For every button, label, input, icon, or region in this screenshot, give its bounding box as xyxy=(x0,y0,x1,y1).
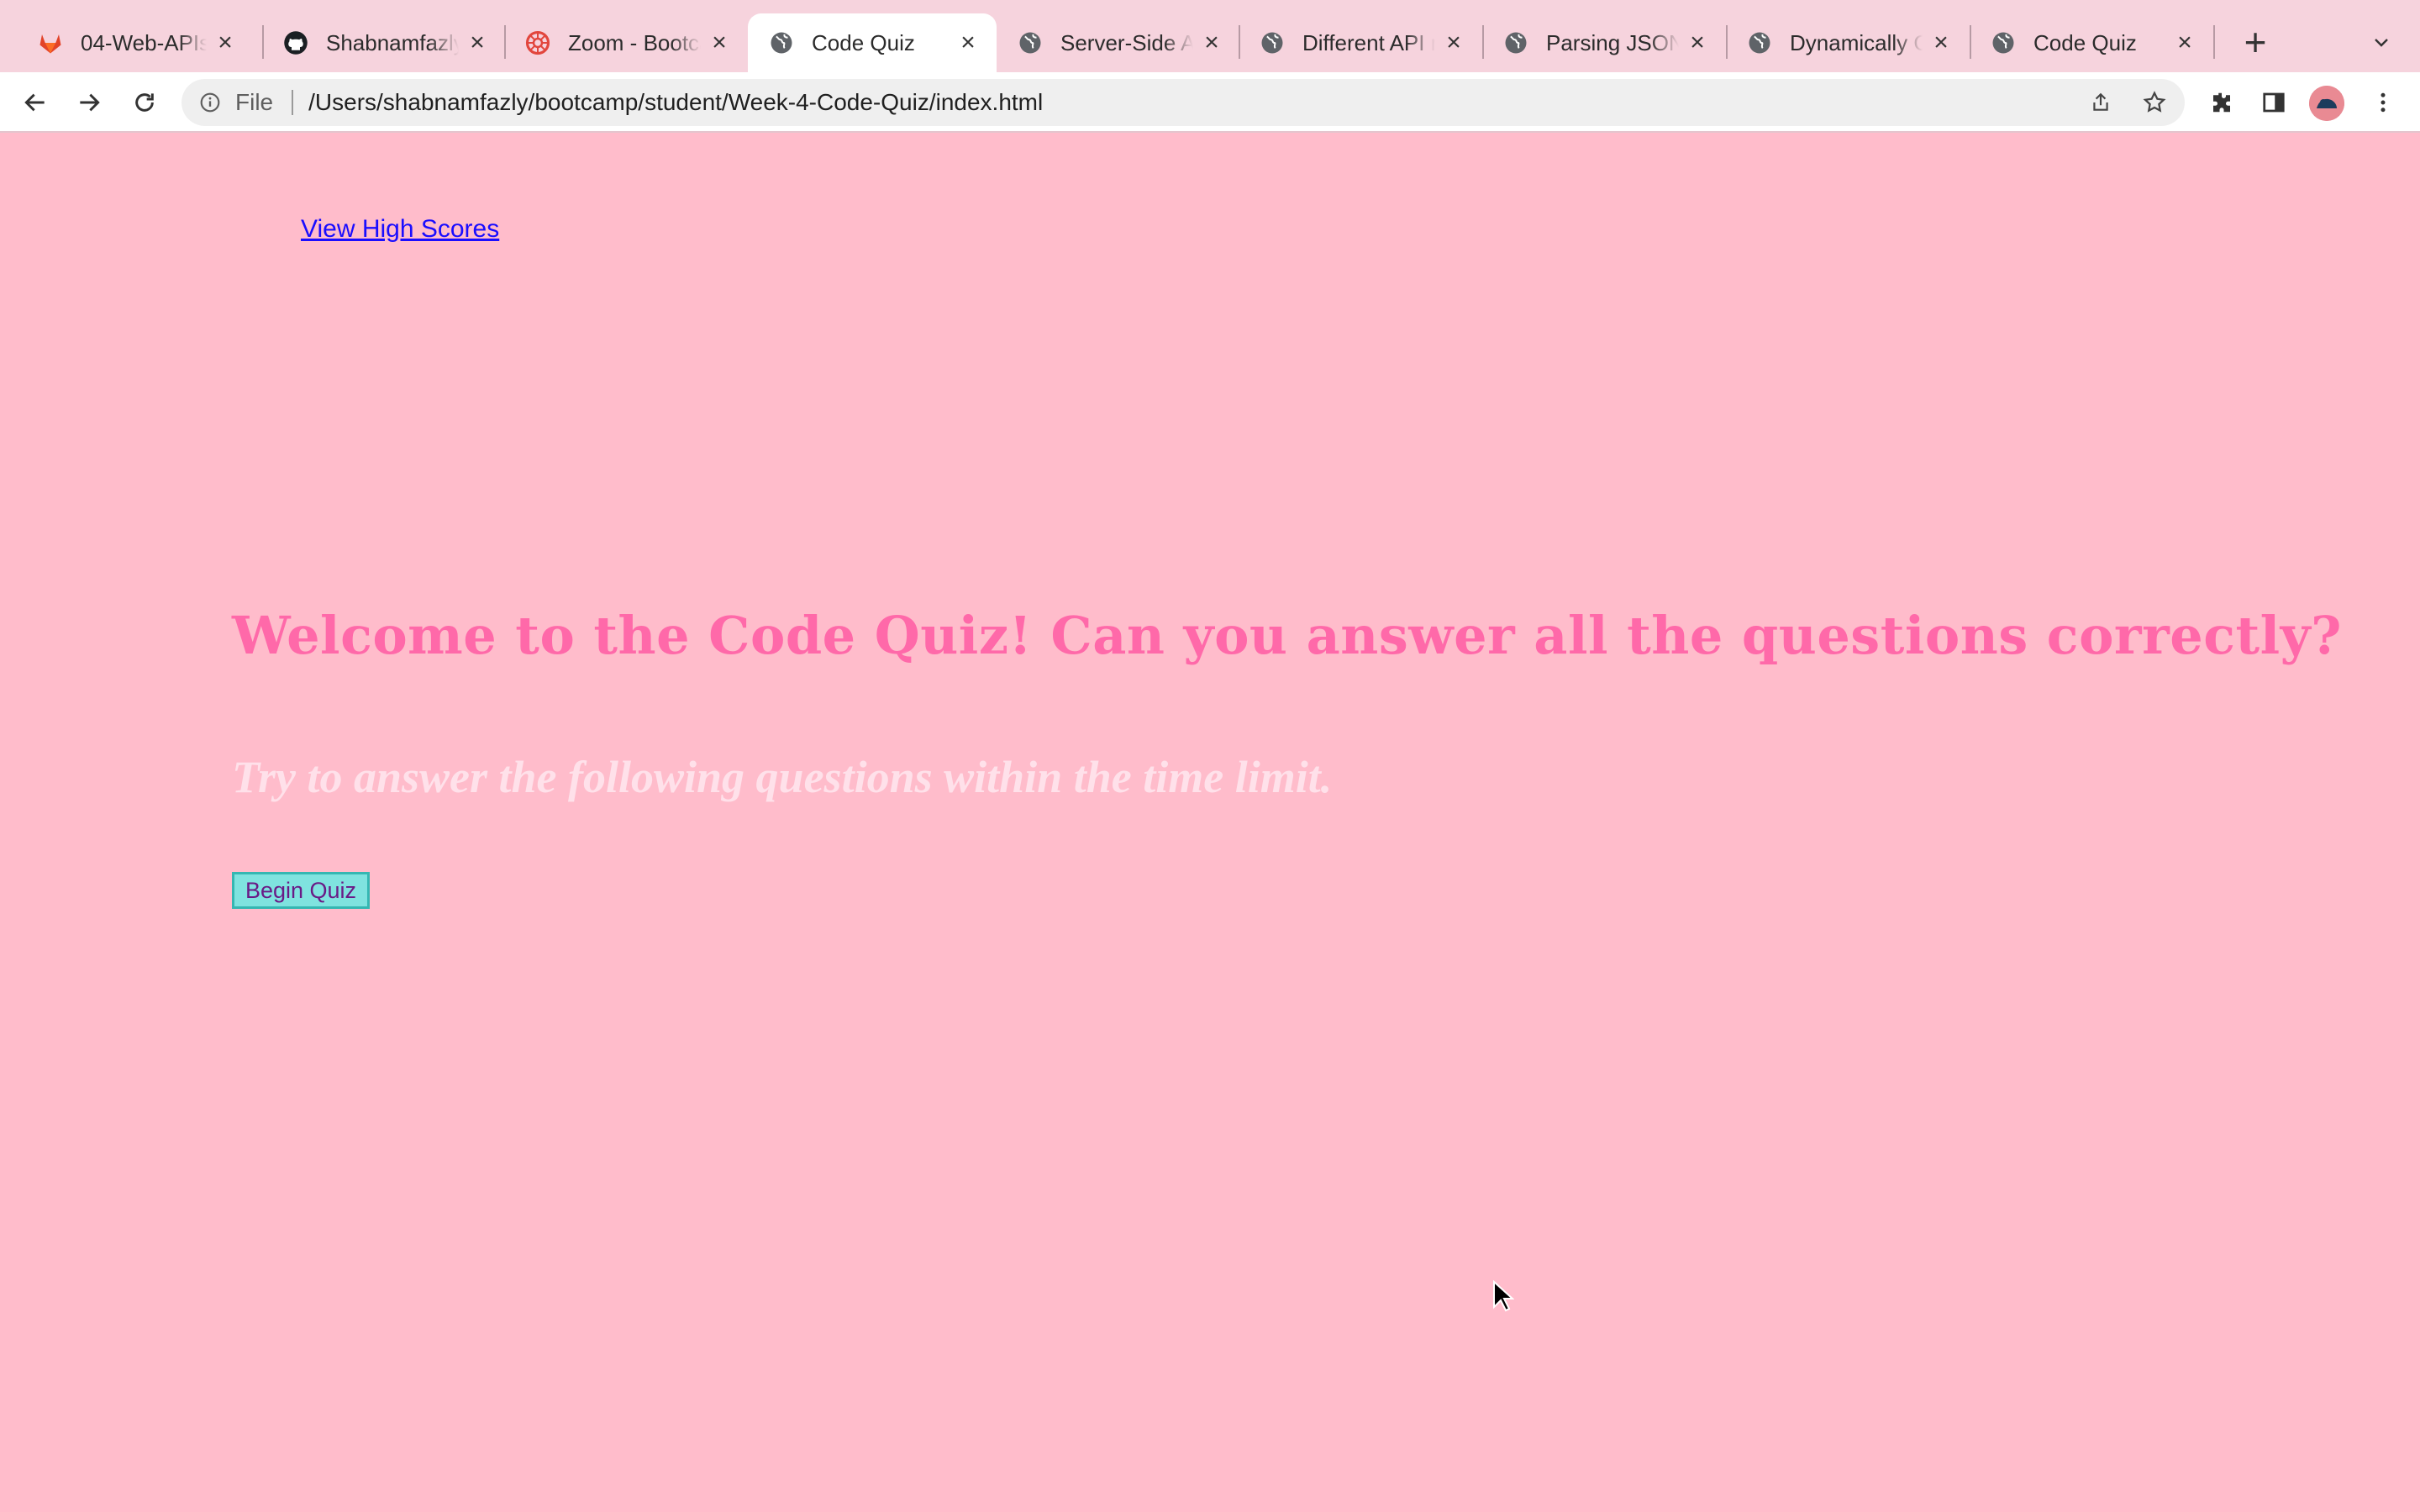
tab-code-quiz-active[interactable]: Code Quiz × xyxy=(748,13,997,72)
tab-title: Code Quiz xyxy=(812,29,915,55)
begin-quiz-button[interactable]: Begin Quiz xyxy=(232,872,370,909)
bookmark-star-icon[interactable] xyxy=(2134,82,2175,123)
close-icon[interactable]: × xyxy=(1442,29,1465,56)
share-icon[interactable] xyxy=(2081,82,2121,123)
tab-title: Dynamically Generate xyxy=(1790,29,1923,55)
tab-title: 04-Web-APIs/ xyxy=(81,29,207,55)
address-actions xyxy=(2067,82,2175,123)
side-panel-icon[interactable] xyxy=(2252,81,2296,124)
tab-parsing-json[interactable]: Parsing JSON × xyxy=(1482,13,1726,72)
close-icon[interactable]: × xyxy=(466,29,489,56)
globe-icon xyxy=(1017,29,1044,56)
tab-title: Shabnamfazly/ xyxy=(326,29,459,55)
tab-divider xyxy=(2213,25,2215,59)
view-high-scores-link[interactable]: View High Scores xyxy=(301,215,499,244)
back-arrow-icon[interactable] xyxy=(13,81,57,124)
zoom-bootcamp-icon xyxy=(524,29,551,56)
close-icon[interactable]: × xyxy=(956,29,980,56)
forward-arrow-icon[interactable] xyxy=(67,81,111,124)
welcome-heading: Welcome to the Code Quiz! Can you answer… xyxy=(232,605,2342,666)
kebab-menu-icon[interactable] xyxy=(2361,81,2405,124)
profile-avatar[interactable] xyxy=(2309,86,2344,121)
close-icon[interactable]: × xyxy=(708,29,731,56)
github-icon xyxy=(282,29,309,56)
globe-icon xyxy=(1990,29,2017,56)
new-tab-button[interactable]: + xyxy=(2232,18,2279,66)
tab-dynamically-generate[interactable]: Dynamically Generate × xyxy=(1726,13,1970,72)
mouse-cursor-icon xyxy=(1492,1279,1515,1312)
tab-server-side-apis[interactable]: Server-Side APIs × xyxy=(997,13,1240,72)
tab-gitlab[interactable]: 04-Web-APIs/ × xyxy=(17,13,254,72)
info-icon[interactable] xyxy=(197,89,224,116)
globe-icon xyxy=(768,29,795,56)
tab-different-api-methods[interactable]: Different API methods × xyxy=(1239,13,1482,72)
tab-github[interactable]: Shabnamfazly/ × xyxy=(262,13,506,72)
instructions-subheading: Try to answer the following questions wi… xyxy=(232,752,1333,802)
close-icon[interactable]: × xyxy=(1686,29,1709,56)
tab-title: Code Quiz xyxy=(2033,29,2137,55)
tab-code-quiz[interactable]: Code Quiz × xyxy=(1970,13,2213,72)
tab-title: Parsing JSON xyxy=(1546,29,1679,55)
page-content: View High Scores Welcome to the Code Qui… xyxy=(0,133,2420,1512)
close-icon[interactable]: × xyxy=(2173,29,2196,56)
globe-icon xyxy=(1746,29,1773,56)
tab-title: Server-Side APIs xyxy=(1060,29,1193,55)
tab-title: Zoom - Bootcamp xyxy=(568,29,701,55)
globe-icon xyxy=(1502,29,1529,56)
browser-toolbar: File /Users/shabnamfazly/bootcamp/studen… xyxy=(0,72,2420,133)
address-divider xyxy=(292,90,294,115)
tab-title: Different API methods xyxy=(1302,29,1435,55)
gitlab-icon xyxy=(37,29,64,56)
close-icon[interactable]: × xyxy=(1200,29,1223,56)
tab-strip: 04-Web-APIs/ × Shabnamfazly/ × Zoom - Bo… xyxy=(0,0,2420,72)
address-bar[interactable]: File /Users/shabnamfazly/bootcamp/studen… xyxy=(182,79,2185,126)
tab-zoom[interactable]: Zoom - Bootcamp × xyxy=(504,13,748,72)
extensions-puzzle-icon[interactable] xyxy=(2200,81,2244,124)
globe-icon xyxy=(1259,29,1286,56)
scheme-label: File xyxy=(235,89,274,115)
tab-search-chevron-icon[interactable] xyxy=(2361,22,2402,62)
close-icon[interactable]: × xyxy=(1929,29,1953,56)
close-icon[interactable]: × xyxy=(213,29,237,56)
reload-icon[interactable] xyxy=(123,81,166,124)
address-url[interactable]: /Users/shabnamfazly/bootcamp/student/Wee… xyxy=(308,89,1043,116)
